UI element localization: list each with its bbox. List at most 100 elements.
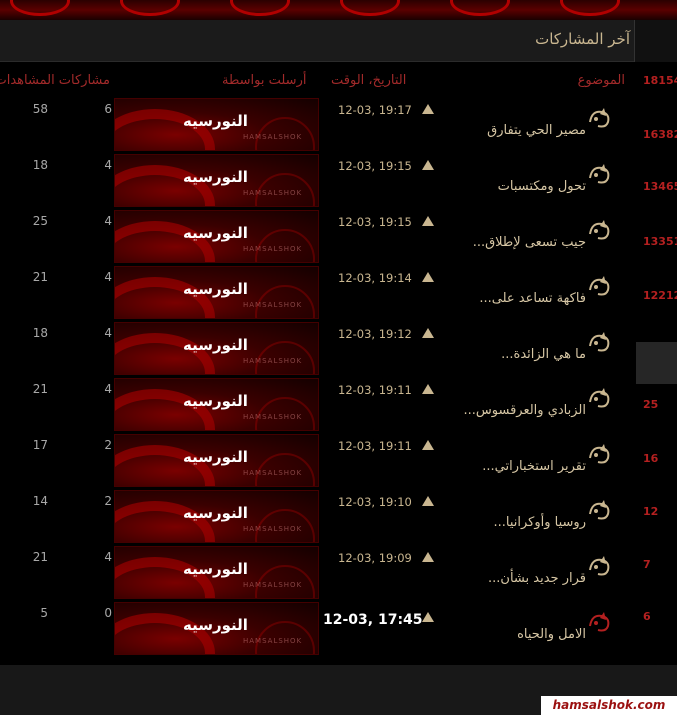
poster-banner[interactable]: النورسيه HAMSALSHOK (114, 490, 319, 543)
poster-name[interactable]: النورسيه (183, 336, 248, 354)
topic-link[interactable]: جيب تسعى لإطلاق... (473, 235, 586, 250)
column-posted-by[interactable]: أرسلت بواسطة (222, 73, 306, 88)
table-row[interactable]: قرار جديد بشأن... 12-03, 19:09 النورسيه … (0, 546, 636, 601)
table-row[interactable]: الامل والحياه 12-03, 17:45 النورسيه HAMS… (0, 602, 636, 657)
poster-watermark: HAMSALSHOK (243, 357, 303, 365)
jump-to-post-icon[interactable] (422, 160, 434, 170)
side-count: 16 (643, 452, 659, 465)
poster-name[interactable]: النورسيه (183, 616, 248, 634)
reply-count: 2 (104, 438, 112, 452)
topic-status-icon (589, 220, 610, 240)
poster-watermark: HAMSALSHOK (243, 413, 303, 421)
topic-link[interactable]: ما هي الزائدة... (501, 347, 586, 362)
view-count: 21 (32, 270, 48, 284)
reply-count: 0 (104, 606, 112, 620)
reply-count: 4 (104, 550, 112, 564)
poster-name[interactable]: النورسيه (183, 448, 248, 466)
post-datetime: 12-03, 19:14 (338, 271, 412, 285)
poster-name[interactable]: النورسيه (183, 504, 248, 522)
side-count: 6 (643, 610, 651, 623)
jump-to-post-icon[interactable] (422, 104, 434, 114)
poster-banner[interactable]: النورسيه HAMSALSHOK (114, 378, 319, 431)
section-title: آخر المشاركات (535, 30, 630, 48)
post-datetime: 12-03, 19:11 (338, 383, 412, 397)
jump-to-post-icon[interactable] (422, 272, 434, 282)
poster-banner[interactable]: النورسيه HAMSALSHOK (114, 210, 319, 263)
poster-watermark: HAMSALSHOK (243, 637, 303, 645)
topic-link[interactable]: الامل والحياه (517, 627, 586, 642)
poster-watermark: HAMSALSHOK (243, 581, 303, 589)
poster-watermark: HAMSALSHOK (243, 469, 303, 477)
topic-link[interactable]: قرار جديد بشأن... (488, 571, 586, 586)
topic-link[interactable]: فاكهة تساعد على... (479, 291, 586, 306)
reply-count: 4 (104, 382, 112, 396)
table-row[interactable]: روسيا وأوكرانيا... 12-03, 19:10 النورسيه… (0, 490, 636, 545)
site-badge[interactable]: hamsalshok.com (541, 696, 677, 715)
topic-status-icon (589, 164, 610, 184)
poster-banner[interactable]: النورسيه HAMSALSHOK (114, 602, 319, 655)
poster-watermark: HAMSALSHOK (243, 525, 303, 533)
topic-status-icon (589, 444, 610, 464)
jump-to-post-icon[interactable] (422, 216, 434, 226)
side-count: 12212 (643, 289, 677, 302)
header-side-tab (634, 20, 677, 62)
post-datetime: 12-03, 19:15 (338, 215, 412, 229)
topic-status-icon (589, 276, 610, 296)
jump-to-post-icon[interactable] (422, 440, 434, 450)
poster-name[interactable]: النورسيه (183, 280, 248, 298)
post-datetime: 12-03, 19:12 (338, 327, 412, 341)
topic-link[interactable]: روسيا وأوكرانيا... (493, 515, 586, 530)
column-datetime[interactable]: التاريخ، الوقت (331, 73, 406, 88)
topic-link[interactable]: تحول ومكتسبات (498, 179, 586, 194)
top-banner (0, 0, 677, 20)
post-datetime: 12-03, 19:15 (338, 159, 412, 173)
reply-count: 2 (104, 494, 112, 508)
table-row[interactable]: الزبادي والعرقسوس... 12-03, 19:11 النورس… (0, 378, 636, 433)
topic-status-icon (589, 612, 610, 632)
topic-link[interactable]: الزبادي والعرقسوس... (463, 403, 586, 418)
poster-banner[interactable]: النورسيه HAMSALSHOK (114, 154, 319, 207)
poster-name[interactable]: النورسيه (183, 112, 248, 130)
table-row[interactable]: مصير الحي يتفارق 12-03, 19:17 النورسيه H… (0, 98, 636, 153)
side-count: 18154 (643, 74, 677, 87)
side-count: 13351 (643, 235, 677, 248)
jump-to-post-icon[interactable] (422, 552, 434, 562)
poster-banner[interactable]: النورسيه HAMSALSHOK (114, 322, 319, 375)
view-count: 58 (32, 102, 48, 116)
jump-to-post-icon[interactable] (422, 612, 434, 622)
topic-status-icon (589, 500, 610, 520)
side-panel-block (636, 342, 677, 384)
poster-watermark: HAMSALSHOK (243, 189, 303, 197)
topic-link[interactable]: مصير الحي يتفارق (487, 123, 586, 138)
column-views[interactable]: مشاركات المشاهدات (0, 73, 110, 88)
view-count: 25 (32, 214, 48, 228)
table-row[interactable]: تحول ومكتسبات 12-03, 19:15 النورسيه HAMS… (0, 154, 636, 209)
table-row[interactable]: تقرير استخباراتي... 12-03, 19:11 النورسي… (0, 434, 636, 489)
column-topic[interactable]: الموضوع (578, 73, 625, 88)
view-count: 21 (32, 550, 48, 564)
poster-banner[interactable]: النورسيه HAMSALSHOK (114, 434, 319, 487)
topic-link[interactable]: تقرير استخباراتي... (482, 459, 586, 474)
post-datetime: 12-03, 19:09 (338, 551, 412, 565)
poster-banner[interactable]: النورسيه HAMSALSHOK (114, 266, 319, 319)
table-row[interactable]: ما هي الزائدة... 12-03, 19:12 النورسيه H… (0, 322, 636, 377)
side-count: 12 (643, 505, 659, 518)
topic-status-icon (589, 388, 610, 408)
poster-name[interactable]: النورسيه (183, 224, 248, 242)
side-count: 7 (643, 558, 651, 571)
poster-banner[interactable]: النورسيه HAMSALSHOK (114, 546, 319, 599)
poster-name[interactable]: النورسيه (183, 560, 248, 578)
table-row[interactable]: فاكهة تساعد على... 12-03, 19:14 النورسيه… (0, 266, 636, 321)
view-count: 21 (32, 382, 48, 396)
view-count: 14 (32, 494, 48, 508)
poster-name[interactable]: النورسيه (183, 168, 248, 186)
poster-name[interactable]: النورسيه (183, 392, 248, 410)
poster-banner[interactable]: النورسيه HAMSALSHOK (114, 98, 319, 151)
jump-to-post-icon[interactable] (422, 384, 434, 394)
reply-count: 6 (104, 102, 112, 116)
post-datetime: 12-03, 17:45 (323, 612, 423, 628)
reply-count: 4 (104, 158, 112, 172)
jump-to-post-icon[interactable] (422, 328, 434, 338)
jump-to-post-icon[interactable] (422, 496, 434, 506)
table-row[interactable]: جيب تسعى لإطلاق... 12-03, 19:15 النورسيه… (0, 210, 636, 265)
